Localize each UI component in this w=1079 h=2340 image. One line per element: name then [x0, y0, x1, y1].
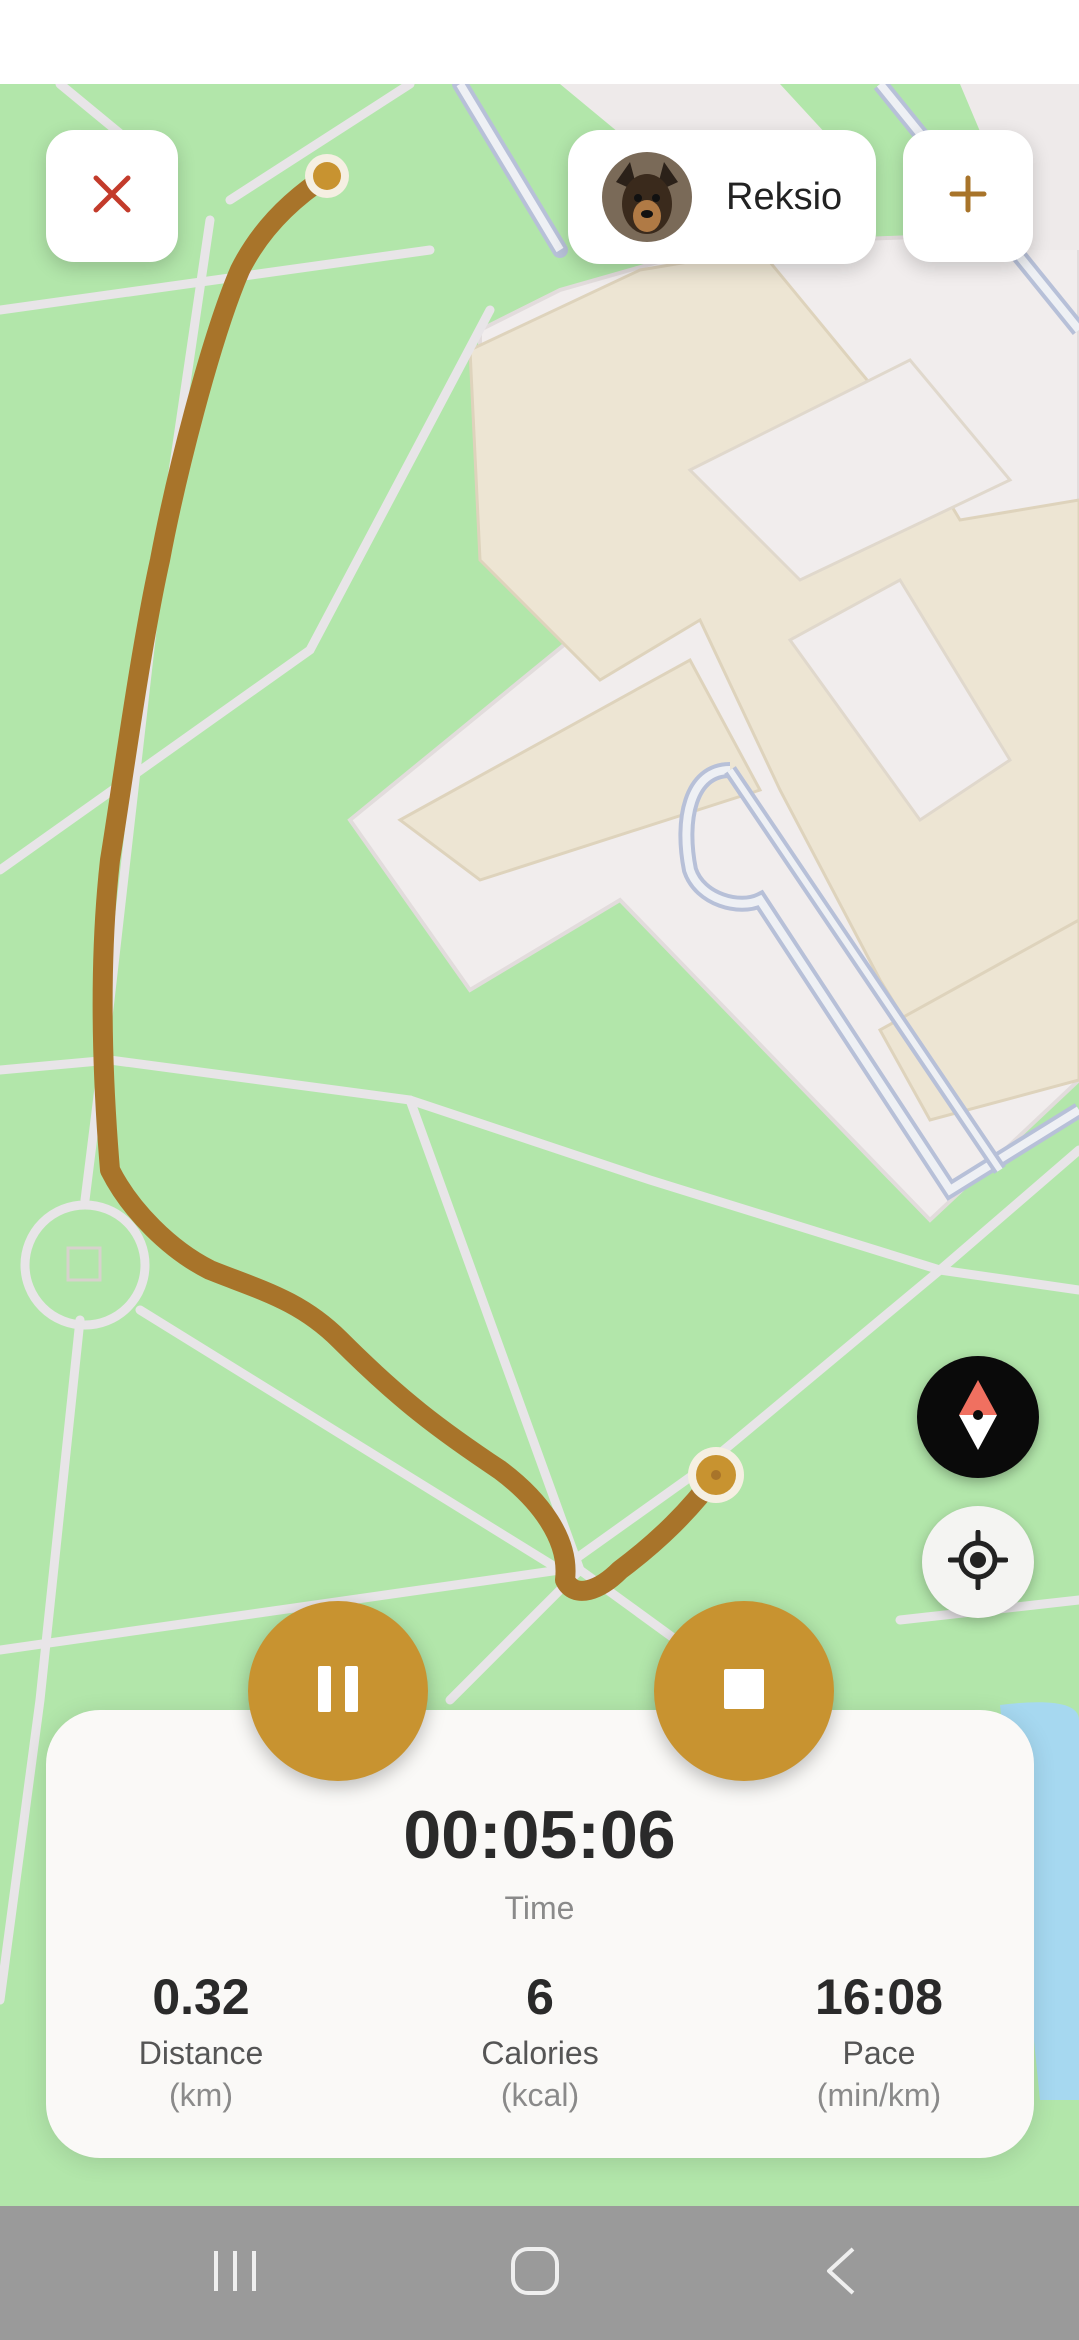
distance-stat: 0.32 Distance (km) — [51, 1962, 351, 2116]
system-navigation-bar — [0, 2206, 1079, 2340]
recent-apps-icon — [212, 2249, 258, 2298]
monument — [66, 1246, 102, 1282]
distance-label: Distance — [138, 2035, 264, 2071]
pet-name: Reksio — [726, 175, 843, 218]
calories-value: 6 — [526, 1969, 554, 2025]
current-position-center — [711, 1470, 721, 1480]
back-icon — [823, 2246, 857, 2301]
pace-unit: (min/km) — [816, 2077, 942, 2113]
locate-crosshair-icon — [947, 1529, 1009, 1595]
access-road-fill — [456, 84, 564, 253]
stop-icon — [723, 1668, 765, 1715]
back-button[interactable] — [775, 2206, 905, 2340]
compass-icon — [955, 1378, 1001, 1457]
status-bar — [0, 0, 1079, 84]
pace-label: Pace — [842, 2035, 916, 2071]
pace-value: 16:08 — [815, 1969, 943, 2025]
distance-value: 0.32 — [152, 1969, 250, 2025]
compass-button[interactable] — [917, 1356, 1039, 1478]
pause-button[interactable] — [248, 1601, 428, 1781]
roundabout — [20, 1200, 150, 1330]
recent-apps-button[interactable] — [170, 2206, 300, 2340]
close-button[interactable] — [46, 130, 178, 262]
home-button[interactable] — [470, 2206, 600, 2340]
add-button[interactable] — [903, 130, 1033, 262]
pace-stat: 16:08 Pace (min/km) — [729, 1962, 1029, 2116]
pause-icon — [316, 1664, 360, 1719]
home-icon — [510, 2246, 560, 2301]
elapsed-time-label: Time — [504, 1890, 575, 1926]
calories-unit: (kcal) — [500, 2077, 580, 2113]
elapsed-time-value: 00:05:06 — [403, 1797, 676, 1873]
plus-icon — [948, 174, 988, 219]
distance-unit: (km) — [169, 2077, 233, 2113]
calories-stat: 6 Calories (kcal) — [390, 1962, 690, 2116]
locate-me-button[interactable] — [922, 1506, 1034, 1618]
calories-label: Calories — [481, 2035, 599, 2071]
pet-avatar — [602, 152, 692, 242]
stop-button[interactable] — [654, 1601, 834, 1781]
pet-selector-chip[interactable]: Reksio — [568, 130, 876, 264]
close-icon — [91, 173, 133, 220]
route-start-dot — [313, 162, 341, 190]
